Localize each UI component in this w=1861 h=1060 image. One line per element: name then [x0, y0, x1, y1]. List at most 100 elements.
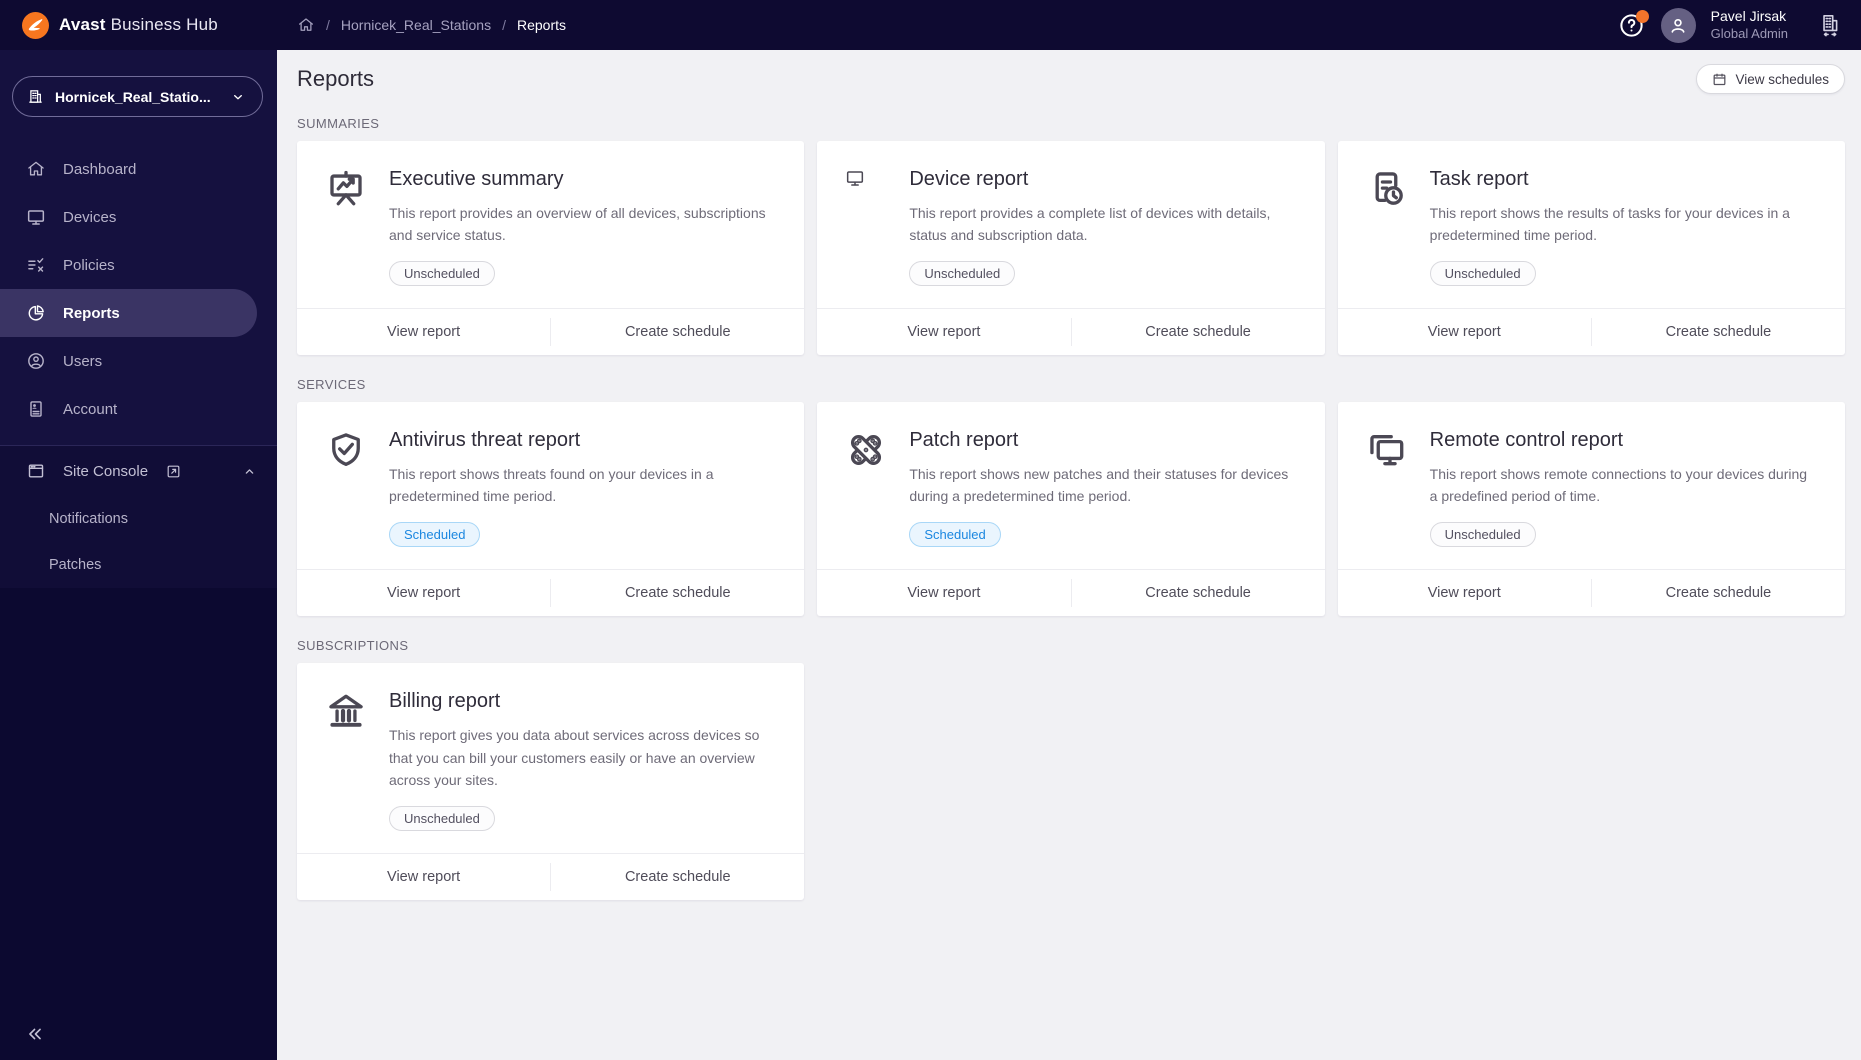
sidebar-subitem-patches[interactable]: Patches	[0, 542, 277, 588]
view-report-link[interactable]: View report	[297, 309, 550, 355]
card-footer: View report Create schedule	[297, 569, 805, 616]
view-report-link[interactable]: View report	[1338, 570, 1591, 616]
patches-icon	[851, 435, 882, 466]
report-card-title: Antivirus threat report	[389, 429, 581, 452]
card-grid: Billing report This report gives you dat…	[297, 663, 1845, 900]
pie-chart-icon	[28, 305, 44, 321]
report-card-description: This report provides a complete list of …	[909, 205, 1271, 244]
header-actions: Pavel Jirsak Global Admin	[1618, 7, 1843, 43]
create-schedule-link[interactable]: Create schedule	[1072, 570, 1325, 616]
avatar[interactable]	[1660, 7, 1696, 43]
presentation-chart-icon	[330, 170, 362, 206]
person-icon	[1671, 18, 1685, 33]
remote-monitors-icon	[1369, 435, 1404, 466]
main-area: / Hornicek_Real_Stations / Reports Pavel…	[277, 0, 1861, 1060]
site-console-subnav: Notifications Patches	[0, 496, 277, 588]
report-card-title: Billing report	[389, 690, 501, 713]
create-schedule-link[interactable]: Create schedule	[551, 309, 804, 355]
notification-badge	[1635, 10, 1649, 23]
report-section: SUBSCRIPTIONS Billing report This report…	[297, 638, 1845, 900]
section-label: SUBSCRIPTIONS	[297, 638, 409, 654]
sidebar-item-reports[interactable]: Reports	[0, 289, 257, 337]
breadcrumb-current: Reports	[516, 17, 567, 33]
page-content: Reports View schedules SUMMARIES Executi…	[277, 50, 1861, 1060]
create-schedule-link[interactable]: Create schedule	[551, 854, 804, 900]
site-selector-label: Hornicek_Real_Statio...	[55, 88, 211, 105]
section-label: SERVICES	[297, 377, 366, 393]
brand-name: Avast Business Hub	[59, 15, 218, 35]
report-section: SUMMARIES Executive summary This report …	[297, 116, 1845, 356]
sidebar-item-devices[interactable]: Devices	[0, 193, 277, 241]
app-window: Avast Business Hub Hornicek_Real_Statio.…	[0, 0, 1861, 1060]
building-icon	[29, 90, 42, 103]
report-card: Antivirus threat report This report show…	[297, 402, 805, 617]
report-card-title: Executive summary	[389, 168, 564, 190]
window-icon	[28, 464, 44, 478]
report-card-description: This report shows threats found on your …	[389, 466, 714, 505]
sidebar-item-site-console[interactable]: Site Console	[0, 446, 277, 496]
sidebar-item-label: Account	[63, 400, 118, 418]
report-card-description: This report gives you data about service…	[389, 727, 760, 788]
top-header: / Hornicek_Real_Stations / Reports Pavel…	[277, 0, 1861, 50]
card-footer: View report Create schedule	[1337, 308, 1845, 355]
view-report-link[interactable]: View report	[297, 570, 550, 616]
sidebar-item-users[interactable]: Users	[0, 337, 277, 385]
view-report-link[interactable]: View report	[817, 309, 1070, 355]
report-card: Billing report This report gives you dat…	[297, 663, 805, 900]
report-card-description: This report shows new patches and their …	[909, 466, 1289, 505]
card-body: Remote control report This report shows …	[1338, 402, 1845, 569]
report-card-title: Patch report	[909, 429, 1019, 452]
card-body: Task report This report shows the result…	[1338, 141, 1845, 308]
collapse-sidebar-icon[interactable]	[24, 1023, 46, 1045]
company-switcher-icon[interactable]	[1817, 12, 1843, 38]
report-card-description: This report provides an overview of all …	[389, 205, 766, 244]
site-selector-dropdown[interactable]: Hornicek_Real_Statio...	[12, 76, 263, 117]
brand-name-rest: Business Hub	[110, 15, 218, 34]
sidebar-item-label: Devices	[63, 208, 117, 226]
chevron-up-icon[interactable]	[242, 464, 257, 479]
report-card-description: This report shows the results of tasks f…	[1429, 205, 1790, 244]
sidebar-subitem-notifications[interactable]: Notifications	[0, 496, 277, 542]
create-schedule-link[interactable]: Create schedule	[1072, 309, 1325, 355]
report-card-title: Remote control report	[1429, 429, 1624, 452]
brand-name-bold: Avast	[59, 15, 106, 34]
home-icon[interactable]	[297, 16, 315, 34]
schedule-status-badge: Scheduled	[909, 522, 1001, 548]
site-console-label: Site Console	[63, 462, 149, 480]
page-header: Reports View schedules	[297, 64, 1845, 94]
create-schedule-link[interactable]: Create schedule	[1592, 570, 1845, 616]
card-grid: Executive summary This report provides a…	[297, 141, 1845, 356]
home-icon	[28, 161, 44, 176]
avast-logo-icon	[22, 11, 49, 39]
help-button[interactable]	[1618, 10, 1649, 39]
report-section: SERVICES Antivirus threat report This re…	[297, 377, 1845, 617]
section-label: SUMMARIES	[297, 116, 380, 131]
monitor-icon	[847, 171, 864, 186]
view-report-link[interactable]: View report	[817, 570, 1070, 616]
sidebar-item-label: Dashboard	[63, 160, 137, 178]
create-schedule-link[interactable]: Create schedule	[551, 570, 804, 616]
schedule-status-badge: Unscheduled	[1429, 522, 1536, 548]
sidebar-footer	[0, 1008, 277, 1060]
sidebar-item-account[interactable]: Account	[0, 385, 277, 433]
brand-logo: Avast Business Hub	[0, 0, 277, 50]
create-schedule-link[interactable]: Create schedule	[1592, 309, 1845, 355]
sidebar-item-dashboard[interactable]: Dashboard	[0, 145, 277, 193]
report-card: Remote control report This report shows …	[1337, 402, 1845, 617]
view-schedules-button[interactable]: View schedules	[1696, 64, 1845, 94]
breadcrumb-site[interactable]: Hornicek_Real_Stations	[341, 17, 491, 33]
report-card: Executive summary This report provides a…	[297, 141, 805, 356]
breadcrumb: / Hornicek_Real_Stations / Reports	[297, 16, 566, 34]
card-body: Device report This report provides a com…	[817, 141, 1324, 308]
sidebar-item-label: Reports	[63, 304, 120, 322]
bank-icon	[329, 695, 363, 728]
card-body: Antivirus threat report This report show…	[297, 402, 804, 569]
user-role: Global Admin	[1710, 25, 1788, 41]
sidebar-item-policies[interactable]: Policies	[0, 241, 277, 289]
report-card-description: This report shows remote connections to …	[1429, 466, 1808, 505]
view-report-link[interactable]: View report	[297, 854, 550, 900]
card-footer: View report Create schedule	[817, 308, 1325, 355]
monitor-icon	[27, 210, 45, 225]
card-grid: Antivirus threat report This report show…	[297, 402, 1845, 617]
view-report-link[interactable]: View report	[1338, 309, 1591, 355]
